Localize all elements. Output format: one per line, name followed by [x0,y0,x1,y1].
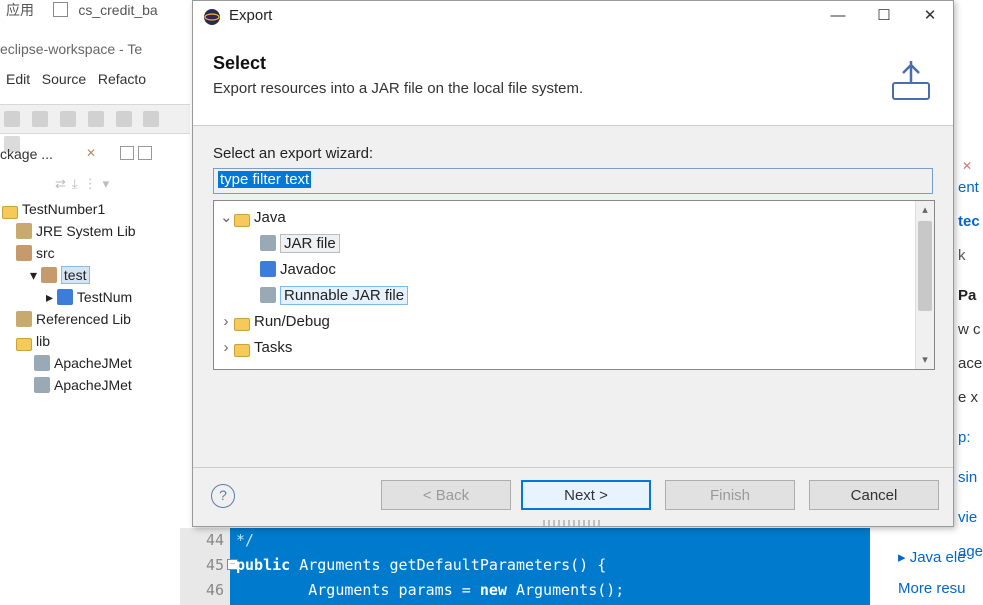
tree-src[interactable]: src [2,242,136,264]
tree-package[interactable]: ▾ test [2,264,136,286]
folder-icon [234,344,250,357]
dialog-titlebar[interactable]: Export ― ☐ ✕ [193,1,953,36]
menu-edit[interactable]: Edit [6,71,30,87]
background-tab-strip: 应用 cs_credit_ba [6,0,158,28]
code-editor[interactable]: 44 45– 46 */ public Arguments getDefault… [180,528,870,605]
dialog-title: Export [229,7,272,24]
resize-grip[interactable] [543,520,603,526]
filter-input[interactable]: type filter text [213,168,933,194]
close-button[interactable]: ✕ [907,1,953,31]
dialog-header: Select Export resources into a JAR file … [193,35,953,126]
menu-refactor[interactable]: Refacto [98,71,146,87]
code-content[interactable]: */ public Arguments getDefaultParameters… [236,528,624,603]
project-icon [2,206,18,219]
checkbox-icon [53,2,68,17]
background-tab-label: cs_credit_ba [78,2,157,18]
toolbar-icon[interactable] [60,111,76,127]
menu-source[interactable]: Source [42,71,86,87]
workspace-title: eclipse-workspace - Te [0,41,190,65]
library-icon [16,223,32,239]
tree-node-tasks[interactable]: ›Tasks [220,335,934,361]
tree-jre[interactable]: JRE System Lib [2,220,136,242]
scroll-thumb[interactable] [918,221,932,311]
editor-gutter: 44 45– 46 [180,528,230,605]
scroll-up-icon[interactable]: ▴ [916,201,934,219]
package-explorer-tree[interactable]: TestNumber1 JRE System Lib src ▾ test ▸ … [2,198,136,396]
dialog-description: Export resources into a JAR file on the … [213,80,953,97]
jar-icon [34,377,50,393]
package-icon [41,267,57,283]
export-dialog: Export ― ☐ ✕ Select Export resources int… [192,0,954,527]
right-panel-fragment: ✕ ent tec k Pa w c ace e x p: sin vie ag… [958,145,983,569]
toolbar-icon[interactable] [32,111,48,127]
tree-node-java[interactable]: ⌄Java [220,205,934,231]
tree-node-jar-file[interactable]: JAR file [220,231,934,257]
main-toolbar [0,104,190,134]
folder-icon [16,338,32,351]
close-view-icon[interactable]: ✕ [86,146,98,158]
dialog-heading: Select [193,35,953,74]
tree-lib[interactable]: lib [2,330,136,352]
export-icon [887,57,935,105]
main-menu-fragment: Edit Source Refacto [6,71,146,87]
source-folder-icon [16,245,32,261]
toolbar-icon[interactable] [4,111,20,127]
view-minmax-icons[interactable] [116,146,156,163]
wizard-select-label: Select an export wizard: [213,145,373,162]
java-file-icon [57,289,73,305]
finish-button[interactable]: Finish [665,480,795,510]
javadoc-icon [260,261,276,277]
close-icon[interactable]: ✕ [962,149,972,183]
help-button[interactable]: ? [211,484,235,508]
filter-placeholder-selected: type filter text [218,171,311,188]
tree-class[interactable]: ▸ TestNum [2,286,136,308]
toolbar-icon[interactable] [143,111,159,127]
tree-jar[interactable]: ApacheJMet [2,374,136,396]
folder-icon [234,318,250,331]
tree-node-runnable-jar[interactable]: Runnable JAR file [220,283,934,309]
tree-node-run-debug[interactable]: ›Run/Debug [220,309,934,335]
tree-project[interactable]: TestNumber1 [2,198,136,220]
toolbar-icon[interactable] [116,111,132,127]
runnable-jar-icon [260,287,276,303]
tree-referenced[interactable]: Referenced Lib [2,308,136,330]
package-explorer-tab[interactable]: ckage ... [0,146,53,162]
library-icon [16,311,32,327]
scroll-down-icon[interactable]: ▾ [916,351,934,369]
right-link-java[interactable]: ▸ Java ele [898,548,966,566]
package-explorer-toolbar[interactable]: ⇄⤓⋮▾ [52,176,112,192]
right-link-more[interactable]: More resu [898,580,966,597]
tree-jar[interactable]: ApacheJMet [2,352,136,374]
app-label: 应用 [6,2,34,18]
maximize-button[interactable]: ☐ [861,1,907,31]
toolbar-icon[interactable] [88,111,104,127]
jar-icon [260,235,276,251]
cancel-button[interactable]: Cancel [809,480,939,510]
next-button[interactable]: Next > [521,480,651,510]
jar-icon [34,355,50,371]
eclipse-icon [203,8,221,26]
back-button[interactable]: < Back [381,480,511,510]
folder-icon [234,214,250,227]
dialog-footer: ? < Back Next > Finish Cancel [193,467,953,526]
tree-scrollbar[interactable]: ▴ ▾ [915,201,934,369]
dialog-body: Select an export wizard: type filter tex… [193,127,953,468]
wizard-tree[interactable]: ⌄Java JAR file Javadoc Runnable JAR file… [213,200,935,370]
tree-node-javadoc[interactable]: Javadoc [220,257,934,283]
minimize-button[interactable]: ― [815,1,861,31]
